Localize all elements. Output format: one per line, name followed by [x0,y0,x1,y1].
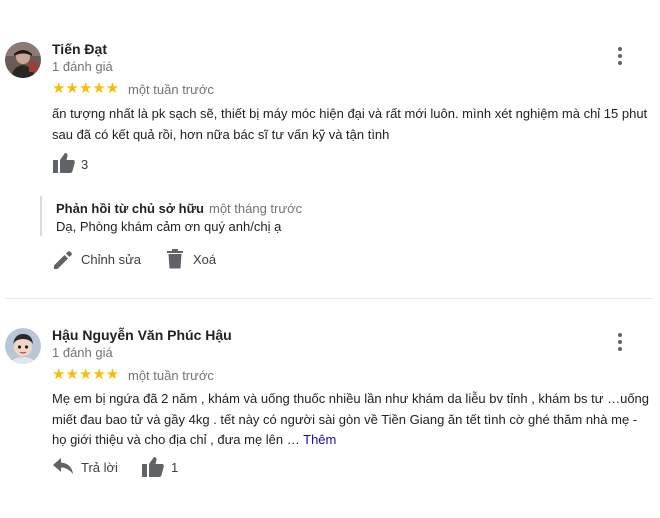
star-rating: ★★★★★ [52,366,120,383]
review-divider [5,298,653,299]
more-vert-icon [618,333,622,337]
more-options-button[interactable] [612,45,628,67]
review-card: Hậu Nguyễn Văn Phúc Hậu 1 đánh giá ★★★★★… [0,300,660,518]
more-vert-icon-dot [618,347,622,351]
thumb-up-icon [53,153,75,173]
review-count: 1 đánh giá [52,345,113,360]
owner-reply-text: Dạ, Phòng khám cảm ơn quý anh/chị ạ [56,219,282,234]
avatar[interactable] [5,42,41,78]
like-count: 3 [81,157,89,172]
review-text-fragment: họ giới thiệu và cho địa chỉ , đưa mẹ lê… [52,432,300,447]
review-time: một tuần trước [128,368,214,383]
like-button[interactable] [141,456,165,478]
review-card: Tiến Đạt 1 đánh giá ★★★★★ một tuần trước… [0,0,660,296]
thumb-up-icon [142,457,164,477]
review-count: 1 đánh giá [52,59,113,74]
edit-button[interactable]: Chỉnh sửa [81,252,141,267]
review-text: Mẹ em bị ngứa đã 2 năm , khám và uống th… [52,389,652,451]
like-count: 1 [171,460,179,475]
more-vert-icon-dot [618,61,622,65]
review-text-line: miết đau bao tử và gầy 4kg . tết này có … [52,411,638,427]
more-vert-icon [618,47,622,51]
review-text: ấn tượng nhất là pk sạch sẽ, thiết bị má… [52,104,652,145]
star-rating: ★★★★★ [52,80,120,97]
reply-button[interactable]: Trả lời [81,460,118,475]
like-button[interactable] [52,152,76,174]
more-vert-icon-dot [618,340,622,344]
reply-divider [40,196,42,236]
read-more-link[interactable]: Thêm [303,432,336,447]
review-text-line: sau đã có kết quả rồi, hơn nữa bác sĩ tư… [52,126,390,142]
reviewer-name[interactable]: Hậu Nguyễn Văn Phúc Hậu [52,327,232,343]
review-text-line: Mẹ em bị ngứa đã 2 năm , khám và uống th… [52,391,650,406]
trash-icon[interactable] [166,249,184,269]
reply-arrow-icon[interactable] [53,458,73,474]
avatar[interactable] [5,328,41,364]
reviewer-name[interactable]: Tiến Đạt [52,41,107,57]
delete-button[interactable]: Xoá [193,252,216,267]
more-options-button[interactable] [612,331,628,353]
owner-reply-title: Phản hồi từ chủ sở hữu [56,201,204,216]
review-text-line: ấn tượng nhất là pk sạch sẽ, thiết bị má… [52,106,648,121]
owner-reply-time: một tháng trước [209,201,303,216]
review-time: một tuần trước [128,82,214,97]
more-vert-icon-dot [618,54,622,58]
review-text-line: họ giới thiệu và cho địa chỉ , đưa mẹ lê… [52,430,652,451]
pencil-icon[interactable] [53,250,73,270]
